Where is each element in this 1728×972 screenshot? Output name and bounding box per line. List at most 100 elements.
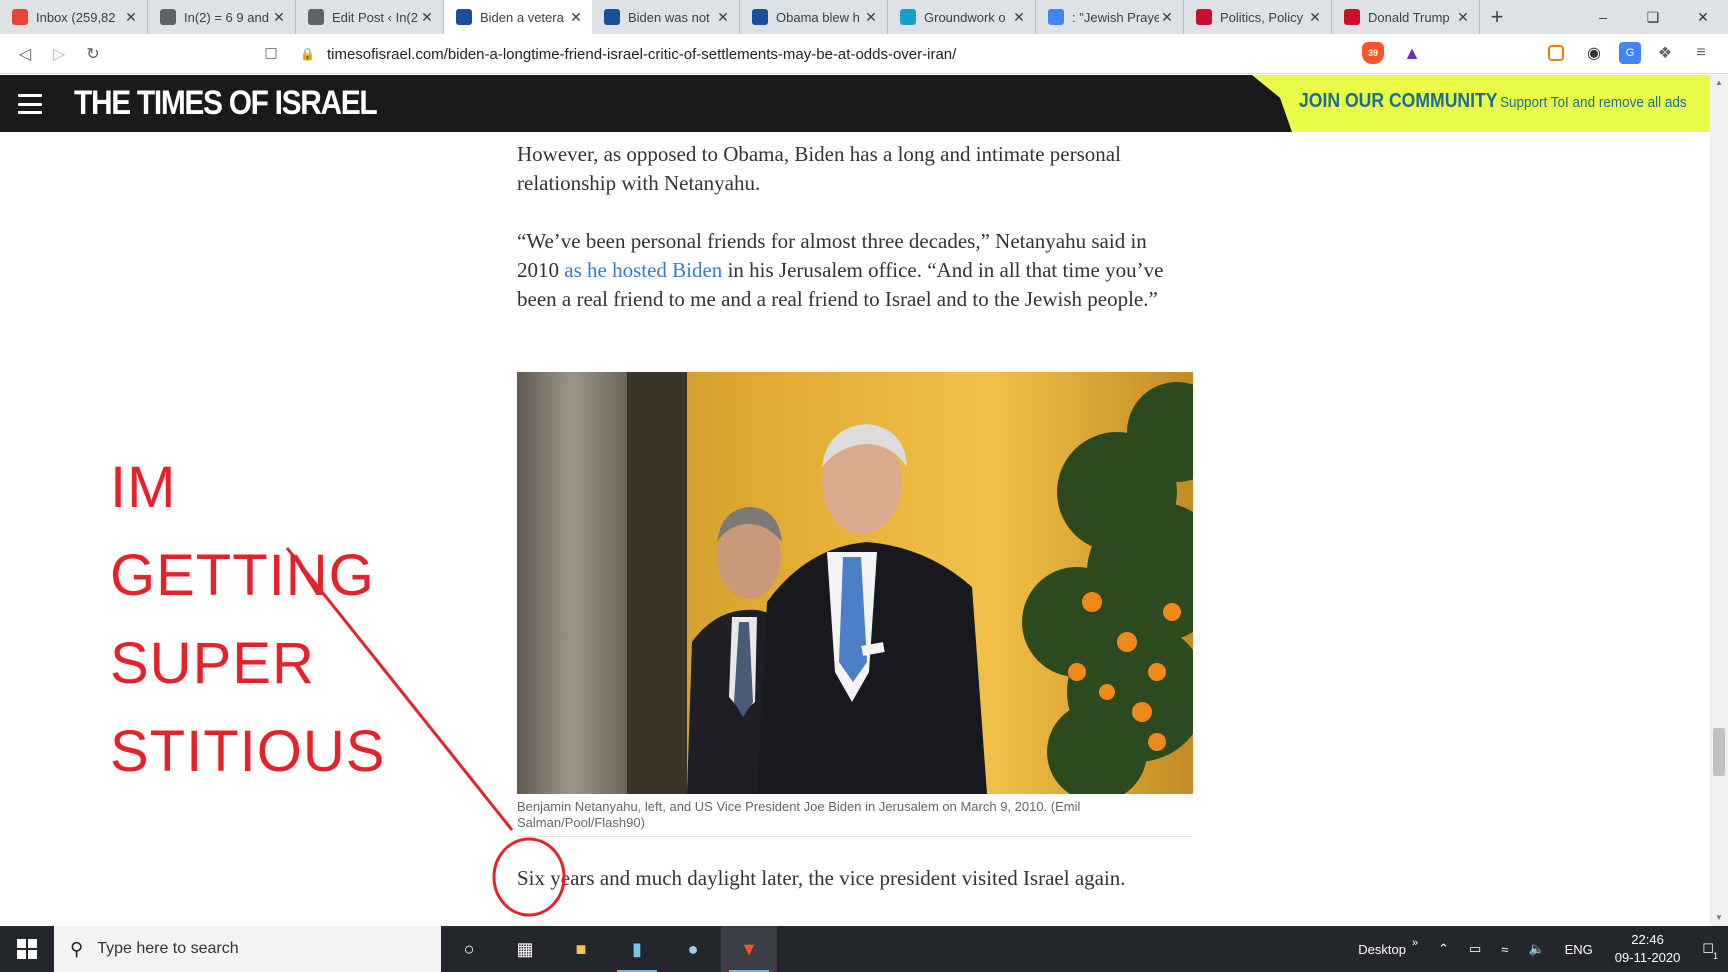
address-bar[interactable]: 🔒 timesofisrael.com/biden-a-longtime-fri…: [300, 43, 956, 65]
notepad-app-icon[interactable]: ▮: [609, 926, 665, 972]
promo-title: JOIN OUR COMMUNITY: [1299, 90, 1498, 112]
divider: [517, 836, 1193, 837]
hosted-biden-link[interactable]: as he hosted Biden: [564, 258, 722, 282]
start-button[interactable]: [0, 926, 54, 972]
restore-button[interactable]: ❏: [1628, 0, 1678, 34]
menu-icon[interactable]: ≡: [1690, 42, 1712, 64]
windows-taskbar: ⚲ Type here to search ○ ▦ ■ ▮ ● ▼ Deskto…: [0, 926, 1728, 972]
close-window-button[interactable]: ✕: [1678, 0, 1728, 34]
browser-tab[interactable]: In(2) = 6 9 and ✕: [148, 0, 296, 34]
reload-button[interactable]: ↻: [76, 37, 110, 71]
tab-title: Biden a vetera: [480, 9, 564, 25]
politico-icon: [1196, 9, 1212, 25]
cortana-icon[interactable]: ○: [441, 926, 497, 972]
brave-shield-icon[interactable]: 39: [1362, 42, 1384, 64]
tab-manager-icon[interactable]: [1548, 45, 1564, 61]
tab-title: : "Jewish Praye: [1072, 9, 1159, 25]
clock-date: 09-11-2020: [1614, 950, 1681, 965]
promo-subtitle: Support ToI and remove all ads: [1500, 94, 1687, 111]
translate-icon[interactable]: G: [1619, 42, 1641, 64]
system-tray: Desktop » ⌃ ▭ ≈ 🔈 ENG 22:46 09-11-2020 ☐…: [1348, 926, 1728, 972]
tab-title: In(2) = 6 9 and: [184, 9, 269, 25]
back-button[interactable]: ◁: [8, 37, 42, 71]
tab-title: Obama blew h: [776, 9, 860, 25]
brave-rewards-icon[interactable]: ▲: [1401, 42, 1423, 64]
browser-tab[interactable]: Inbox (259,82 ✕: [0, 0, 148, 34]
browser-tab[interactable]: Edit Post ‹ In(2 ✕: [296, 0, 444, 34]
network-icon[interactable]: ≈: [1491, 942, 1518, 957]
tab-close-icon[interactable]: ✕: [123, 9, 139, 26]
tab-close-icon[interactable]: ✕: [1011, 9, 1027, 26]
tab-title: Donald Trump: [1368, 9, 1450, 25]
clock[interactable]: 22:46 09-11-2020: [1603, 931, 1693, 967]
haaretz-icon: [900, 9, 916, 25]
tab-title: Biden was not: [628, 9, 710, 25]
hamburger-menu-icon[interactable]: [18, 94, 42, 114]
gmail-icon: [12, 9, 28, 25]
search-placeholder: Type here to search: [97, 940, 239, 957]
article-page: However, as opposed to Obama, Biden has …: [0, 132, 1710, 926]
scroll-down-icon[interactable]: ▼: [1715, 913, 1723, 922]
tab-title: Edit Post ‹ In(2: [332, 9, 418, 25]
windows-logo-icon: [17, 939, 37, 959]
google-icon: [1048, 9, 1064, 25]
browser-tab[interactable]: Biden was not ✕: [592, 0, 740, 34]
tab-close-icon[interactable]: ✕: [1455, 9, 1471, 26]
browser-tab[interactable]: Politics, Policy ✕: [1184, 0, 1332, 34]
tab-close-icon[interactable]: ✕: [1159, 9, 1175, 26]
article-paragraph-quote: “We’ve been personal friends for almost …: [517, 229, 1164, 311]
paint-app-icon[interactable]: ●: [665, 926, 721, 972]
language-indicator[interactable]: ENG: [1555, 942, 1603, 957]
clock-time: 22:46: [1631, 932, 1664, 947]
photo-caption: Benjamin Netanyahu, left, and US Vice Pr…: [517, 799, 1081, 830]
times-of-israel-icon: [604, 9, 620, 25]
brave-browser-icon[interactable]: ▼: [721, 926, 777, 972]
screen-capture-icon[interactable]: ◉: [1583, 42, 1605, 64]
tab-title: Inbox (259,82: [36, 9, 116, 25]
task-view-icon[interactable]: ▦: [497, 926, 553, 972]
tab-title: Politics, Policy: [1220, 9, 1304, 25]
battery-icon[interactable]: ▭: [1459, 941, 1491, 957]
article-photo: [517, 372, 1193, 794]
window-controls: – ❏ ✕: [1578, 0, 1728, 34]
annotation-text: IM GETTING SUPER STITIOUS: [110, 455, 386, 784]
tab-close-icon[interactable]: ✕: [715, 9, 731, 26]
new-tab-button[interactable]: +: [1480, 0, 1514, 34]
scrollbar-thumb[interactable]: [1713, 728, 1725, 776]
browser-tab[interactable]: Donald Trump ✕: [1332, 0, 1480, 34]
browser-tab[interactable]: : "Jewish Praye ✕: [1036, 0, 1184, 34]
toolbar-expand-icon[interactable]: »: [1402, 937, 1428, 949]
tab-close-icon[interactable]: ✕: [568, 9, 584, 26]
site-logo[interactable]: THE TIMES OF ISRAEL: [74, 84, 378, 123]
article-paragraph: However, as opposed to Obama, Biden has …: [517, 142, 1121, 195]
notifications-icon[interactable]: ☐ 1: [1692, 941, 1728, 961]
browser-tab[interactable]: Groundwork o ✕: [888, 0, 1036, 34]
taskbar-search[interactable]: ⚲ Type here to search: [54, 926, 441, 972]
toolbar: ◁ ▷ ↻ ☐ 🔒 timesofisrael.com/biden-a-long…: [0, 34, 1728, 74]
file-explorer-icon[interactable]: ■: [553, 926, 609, 972]
browser-tab[interactable]: Obama blew h ✕: [740, 0, 888, 34]
tab-strip: Inbox (259,82 ✕ In(2) = 6 9 and ✕ Edit Post …: [0, 0, 1728, 34]
show-hidden-icons-icon[interactable]: ⌃: [1428, 941, 1459, 957]
tab-close-icon[interactable]: ✕: [271, 9, 287, 26]
globe-icon: [160, 9, 176, 25]
browser-tab[interactable]: Biden a vetera ✕: [444, 0, 592, 34]
site-header: THE TIMES OF ISRAEL JOIN OUR COMMUNITY S…: [0, 75, 1710, 132]
times-of-israel-icon: [456, 9, 472, 25]
tab-close-icon[interactable]: ✕: [419, 9, 435, 26]
volume-icon[interactable]: 🔈: [1518, 941, 1554, 957]
wordpress-icon: [308, 9, 324, 25]
search-icon: ⚲: [70, 938, 84, 959]
politico-icon: [1344, 9, 1360, 25]
article-paragraph-next: Six years and much daylight later, the v…: [517, 866, 1126, 890]
tab-close-icon[interactable]: ✕: [1307, 9, 1323, 26]
extensions-icon[interactable]: ❖: [1654, 42, 1676, 64]
tab-close-icon[interactable]: ✕: [863, 9, 879, 26]
bookmark-icon[interactable]: ☐: [254, 37, 288, 71]
url-text: timesofisrael.com/biden-a-longtime-frien…: [326, 45, 957, 63]
minimize-button[interactable]: –: [1578, 0, 1628, 34]
scroll-up-icon[interactable]: ▲: [1715, 78, 1723, 87]
join-community-banner[interactable]: JOIN OUR COMMUNITY Support ToI and remov…: [1252, 75, 1710, 132]
forward-button[interactable]: ▷: [42, 37, 76, 71]
page-scrollbar[interactable]: ▲ ▼: [1710, 75, 1728, 926]
